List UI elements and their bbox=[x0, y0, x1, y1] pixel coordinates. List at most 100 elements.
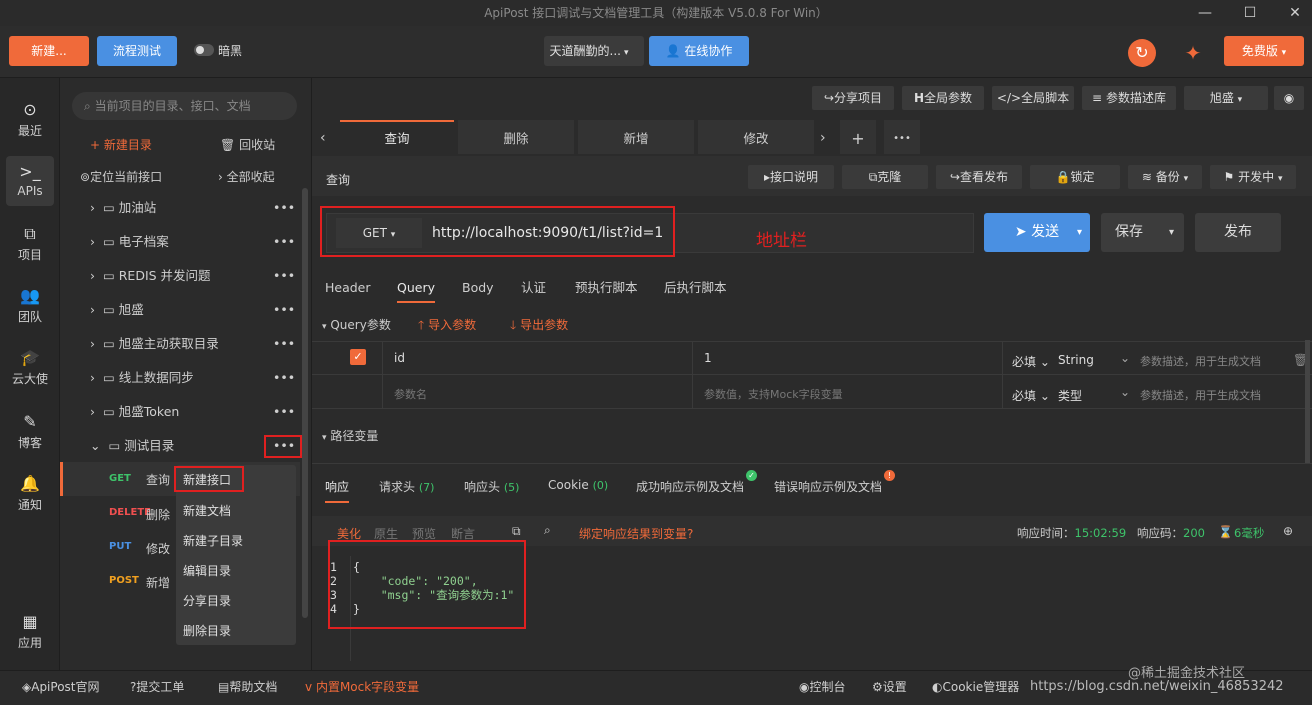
locate-current-button[interactable]: ⊚定位当前接口 bbox=[80, 168, 162, 185]
param-lib-button[interactable]: ≡ 参数描述库 bbox=[1082, 86, 1176, 110]
folder-item[interactable]: › ▭ 加油站 ••• bbox=[90, 191, 330, 225]
global-params-button[interactable]: H全局参数 bbox=[902, 86, 984, 110]
global-script-button[interactable]: </>全局脚本 bbox=[992, 86, 1074, 110]
resp-tab-req-headers[interactable]: 请求头 (7) bbox=[379, 478, 434, 495]
resp-tab-response[interactable]: 响应 bbox=[325, 478, 350, 503]
cookie-manager-button[interactable]: ◐Cookie管理器 bbox=[932, 671, 1019, 703]
more-icon[interactable]: ••• bbox=[273, 327, 295, 361]
chevron-down-icon[interactable]: ⌄ bbox=[1120, 351, 1130, 365]
api-name[interactable]: 修改 bbox=[146, 540, 170, 557]
menu-edit-dir[interactable]: 编辑目录 bbox=[176, 556, 296, 586]
rail-team[interactable]: 👥 团队 bbox=[0, 286, 60, 325]
rail-ambassador[interactable]: 🎓 云大使 bbox=[0, 348, 60, 387]
recycle-bin-button[interactable]: 🗑 回收站 bbox=[220, 136, 275, 153]
rail-recent[interactable]: ⊙ 最近 bbox=[0, 100, 60, 139]
more-icon[interactable]: ••• bbox=[273, 361, 295, 395]
api-name[interactable]: 新增 bbox=[146, 574, 170, 591]
import-params-button[interactable]: 🡑 导入参数 bbox=[418, 316, 476, 337]
collapse-all-button[interactable]: › 全部收起 bbox=[218, 168, 275, 185]
minimize-button[interactable]: — bbox=[1185, 0, 1225, 26]
subtab-post-script[interactable]: 后执行脚本 bbox=[664, 273, 727, 303]
param-value-placeholder[interactable]: 参数值，支持Mock字段变量 bbox=[704, 386, 843, 402]
dark-mode-toggle[interactable] bbox=[194, 44, 214, 56]
workspace-select[interactable]: 天道酬勤的... ▾ bbox=[544, 36, 644, 66]
param-desc-placeholder[interactable]: 参数描述，用于生成文档 bbox=[1140, 387, 1261, 403]
menu-new-subdir[interactable]: 新建子目录 bbox=[176, 526, 296, 556]
required-select[interactable]: 必填 ⌄ bbox=[1012, 353, 1050, 370]
subtab-pre-script[interactable]: 预执行脚本 bbox=[575, 273, 638, 303]
tree-search-input[interactable]: ⌕ 当前项目的目录、接口、文档 bbox=[72, 92, 297, 120]
close-button[interactable]: ✕ bbox=[1275, 0, 1312, 26]
row-checkbox[interactable]: ✓ bbox=[350, 349, 366, 365]
rail-apps[interactable]: ▦ 应用 bbox=[0, 612, 60, 651]
user-menu[interactable]: 旭盛 ▾ bbox=[1184, 86, 1268, 110]
more-icon[interactable]: ••• bbox=[273, 293, 295, 327]
type-select[interactable]: 类型 bbox=[1058, 387, 1082, 404]
folder-item[interactable]: › ▭ 电子档案 ••• bbox=[90, 225, 330, 259]
chevron-down-icon[interactable]: ⌄ bbox=[1120, 385, 1130, 399]
resp-tab-success-example[interactable]: 成功响应示例及文档 ✓ bbox=[636, 470, 757, 495]
subtab-header[interactable]: Header bbox=[325, 273, 371, 303]
mock-link[interactable]: v 内置Mock字段变量 bbox=[305, 671, 419, 703]
more-icon[interactable]: ••• bbox=[273, 191, 295, 225]
share-project-button[interactable]: ↪分享项目 bbox=[812, 86, 894, 110]
rail-blog[interactable]: ✎ 博客 bbox=[0, 412, 60, 451]
bind-result-link[interactable]: 绑定响应结果到变量? bbox=[579, 525, 693, 542]
param-key-placeholder[interactable]: 参数名 bbox=[394, 386, 427, 402]
subtab-body[interactable]: Body bbox=[462, 273, 494, 303]
folder-item[interactable]: › ▭ 线上数据同步 ••• bbox=[90, 361, 330, 395]
send-button[interactable]: ➤ 发送 ▾ bbox=[984, 213, 1090, 252]
status-select[interactable]: ⚑ 开发中 ▾ bbox=[1210, 165, 1296, 189]
resp-tab-error-example[interactable]: 错误响应示例及文档! bbox=[774, 470, 895, 495]
required-select[interactable]: 必填 ⌄ bbox=[1012, 387, 1050, 404]
param-value[interactable]: 1 bbox=[704, 351, 712, 365]
site-link[interactable]: ◈ApiPost官网 bbox=[22, 671, 100, 703]
param-key[interactable]: id bbox=[394, 351, 405, 365]
export-params-button[interactable]: 🡓 导出参数 bbox=[510, 316, 568, 337]
path-vars-toggle[interactable]: ▾ 路径变量 bbox=[322, 427, 378, 444]
view-publish-button[interactable]: ↪查看发布 bbox=[936, 165, 1022, 189]
save-button[interactable]: 保存 ▾ bbox=[1101, 213, 1184, 252]
flow-test-button[interactable]: 流程测试 bbox=[97, 36, 177, 66]
settings-button[interactable]: ⚙设置 bbox=[872, 671, 907, 703]
subtab-auth[interactable]: 认证 bbox=[521, 273, 546, 303]
maximize-button[interactable]: ☐ bbox=[1230, 0, 1270, 26]
search-icon[interactable]: ⌕ bbox=[544, 523, 551, 538]
new-dir-button[interactable]: + 新建目录 bbox=[90, 136, 152, 153]
more-icon[interactable]: ••• bbox=[273, 259, 295, 293]
add-tab-button[interactable]: + bbox=[840, 120, 876, 154]
rail-project[interactable]: ⧉ 项目 bbox=[0, 224, 60, 263]
menu-share-dir[interactable]: 分享目录 bbox=[176, 586, 296, 616]
query-section-toggle[interactable]: ▾ Query参数 bbox=[322, 316, 391, 333]
eye-icon[interactable]: ◉ bbox=[1274, 86, 1304, 110]
folder-item[interactable]: › ▭ 旭盛Token ••• bbox=[90, 395, 330, 429]
subtab-query[interactable]: Query bbox=[397, 273, 435, 303]
publish-button[interactable]: 发布 bbox=[1195, 213, 1281, 252]
resp-tab-cookie[interactable]: Cookie (0) bbox=[548, 478, 608, 492]
tab-delete[interactable]: 删除 bbox=[458, 120, 574, 154]
scrollbar[interactable] bbox=[1305, 340, 1310, 464]
api-name[interactable]: 删除 bbox=[146, 506, 170, 523]
more-icon[interactable]: ••• bbox=[273, 395, 295, 429]
folder-item[interactable]: › ▭ 旭盛 ••• bbox=[90, 293, 330, 327]
plus-circle-icon[interactable]: ⊕ bbox=[1283, 524, 1293, 538]
scrollbar[interactable] bbox=[302, 188, 308, 618]
tab-query[interactable]: 查询 bbox=[340, 120, 454, 154]
rail-notify[interactable]: 🔔 通知 bbox=[0, 474, 60, 513]
folder-item[interactable]: › ▭ REDIS 并发问题 ••• bbox=[90, 259, 330, 293]
api-doc-button[interactable]: ▸接口说明 bbox=[748, 165, 834, 189]
tab-add[interactable]: 新增 bbox=[578, 120, 694, 154]
tab-more-button[interactable]: ••• bbox=[884, 120, 920, 154]
new-button[interactable]: 新建... bbox=[9, 36, 89, 66]
console-button[interactable]: ◉控制台 bbox=[799, 671, 846, 703]
tabs-scroll-right[interactable]: › bbox=[820, 130, 826, 146]
help-link[interactable]: ▤帮助文档 bbox=[218, 671, 277, 703]
resp-tab-resp-headers[interactable]: 响应头 (5) bbox=[464, 478, 519, 495]
folder-item[interactable]: › ▭ 旭盛主动获取目录 ••• bbox=[90, 327, 330, 361]
collab-button[interactable]: 👤 在线协作 bbox=[649, 36, 749, 66]
lock-button[interactable]: 🔒锁定 bbox=[1030, 165, 1120, 189]
free-version-button[interactable]: 免费版 ▾ bbox=[1224, 36, 1304, 66]
mascot-icon[interactable]: ✦ bbox=[1178, 38, 1208, 68]
type-select[interactable]: String bbox=[1058, 353, 1094, 367]
backup-button[interactable]: ≋ 备份 ▾ bbox=[1128, 165, 1202, 189]
